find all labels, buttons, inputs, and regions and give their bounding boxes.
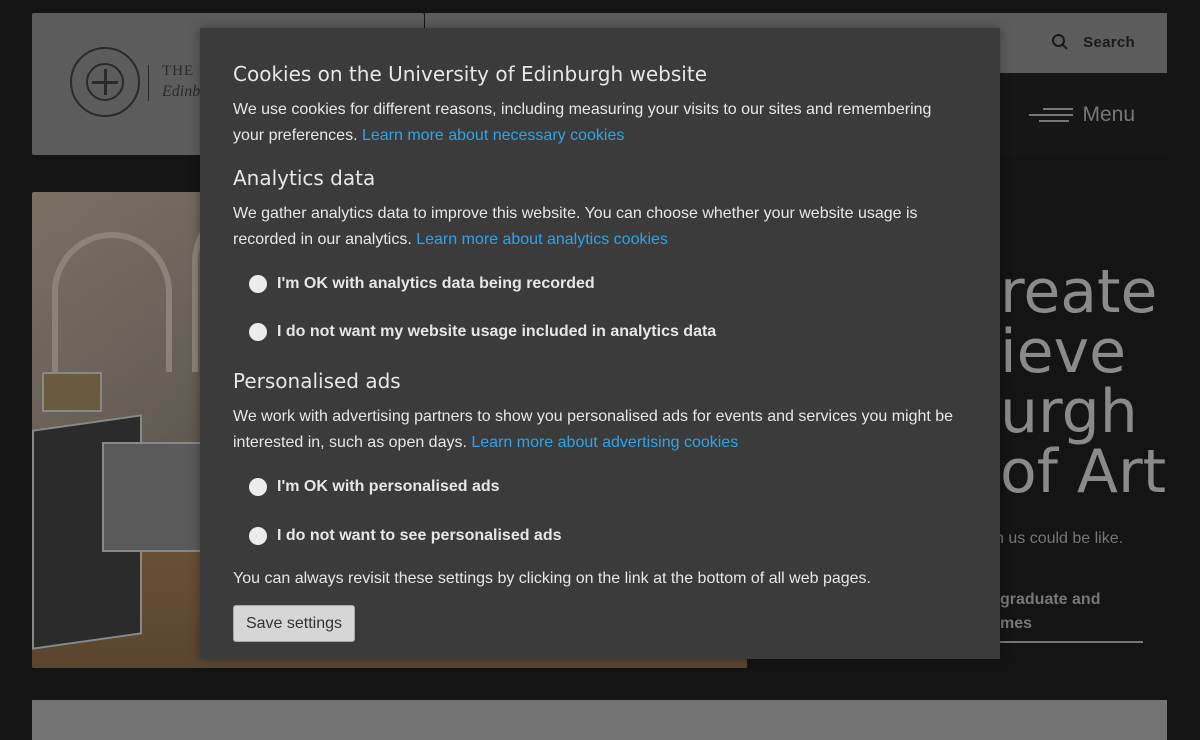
analytics-opt-in-option[interactable]: I'm OK with analytics data being recorde… xyxy=(249,275,595,293)
necessary-cookies-link[interactable]: Learn more about necessary cookies xyxy=(362,127,624,144)
logo-text-line2: Edinb xyxy=(162,83,201,100)
menu-label: Menu xyxy=(1082,103,1135,126)
cookie-dialog-title: Cookies on the University of Edinburgh w… xyxy=(233,62,708,86)
ads-opt-out-option[interactable]: I do not want to see personalised ads xyxy=(249,527,562,545)
ads-opt-out-label[interactable]: I do not want to see personalised ads xyxy=(277,527,562,545)
cookie-consent-dialog: Cookies on the University of Edinburgh w… xyxy=(200,28,1000,659)
analytics-text: We gather analytics data to improve this… xyxy=(233,201,963,253)
cookie-intro-text: We use cookies for different reasons, in… xyxy=(233,97,963,149)
ads-opt-out-radio[interactable] xyxy=(249,527,267,545)
logo-divider xyxy=(148,65,149,101)
university-seal-icon xyxy=(70,47,140,117)
content-band xyxy=(32,700,1167,740)
analytics-heading: Analytics data xyxy=(233,166,376,190)
hero-heading: reate ieve urgh of Art xyxy=(1000,257,1167,507)
ads-text: We work with advertising partners to sho… xyxy=(233,404,963,456)
ads-heading: Personalised ads xyxy=(233,369,401,393)
search-icon xyxy=(1052,34,1068,50)
cookie-footer-text: You can always revisit these settings by… xyxy=(233,570,871,587)
advertising-cookies-link[interactable]: Learn more about advertising cookies xyxy=(471,434,738,451)
analytics-opt-out-option[interactable]: I do not want my website usage included … xyxy=(249,323,716,341)
menu-icon xyxy=(1029,108,1073,122)
search-label: Search xyxy=(1083,34,1135,51)
analytics-opt-in-label[interactable]: I'm OK with analytics data being recorde… xyxy=(277,275,595,293)
ads-opt-in-radio[interactable] xyxy=(249,478,267,496)
hero-link[interactable]: graduate and mes xyxy=(1000,588,1100,636)
ads-opt-in-label[interactable]: I'm OK with personalised ads xyxy=(277,478,500,496)
ads-opt-in-option[interactable]: I'm OK with personalised ads xyxy=(249,478,500,496)
analytics-opt-out-label[interactable]: I do not want my website usage included … xyxy=(277,323,716,341)
analytics-opt-in-radio[interactable] xyxy=(249,275,267,293)
analytics-cookies-link[interactable]: Learn more about analytics cookies xyxy=(416,231,668,248)
hero-subtext: n us could be like. xyxy=(995,530,1124,547)
analytics-opt-out-radio[interactable] xyxy=(249,323,267,341)
save-settings-button[interactable]: Save settings xyxy=(233,605,355,642)
